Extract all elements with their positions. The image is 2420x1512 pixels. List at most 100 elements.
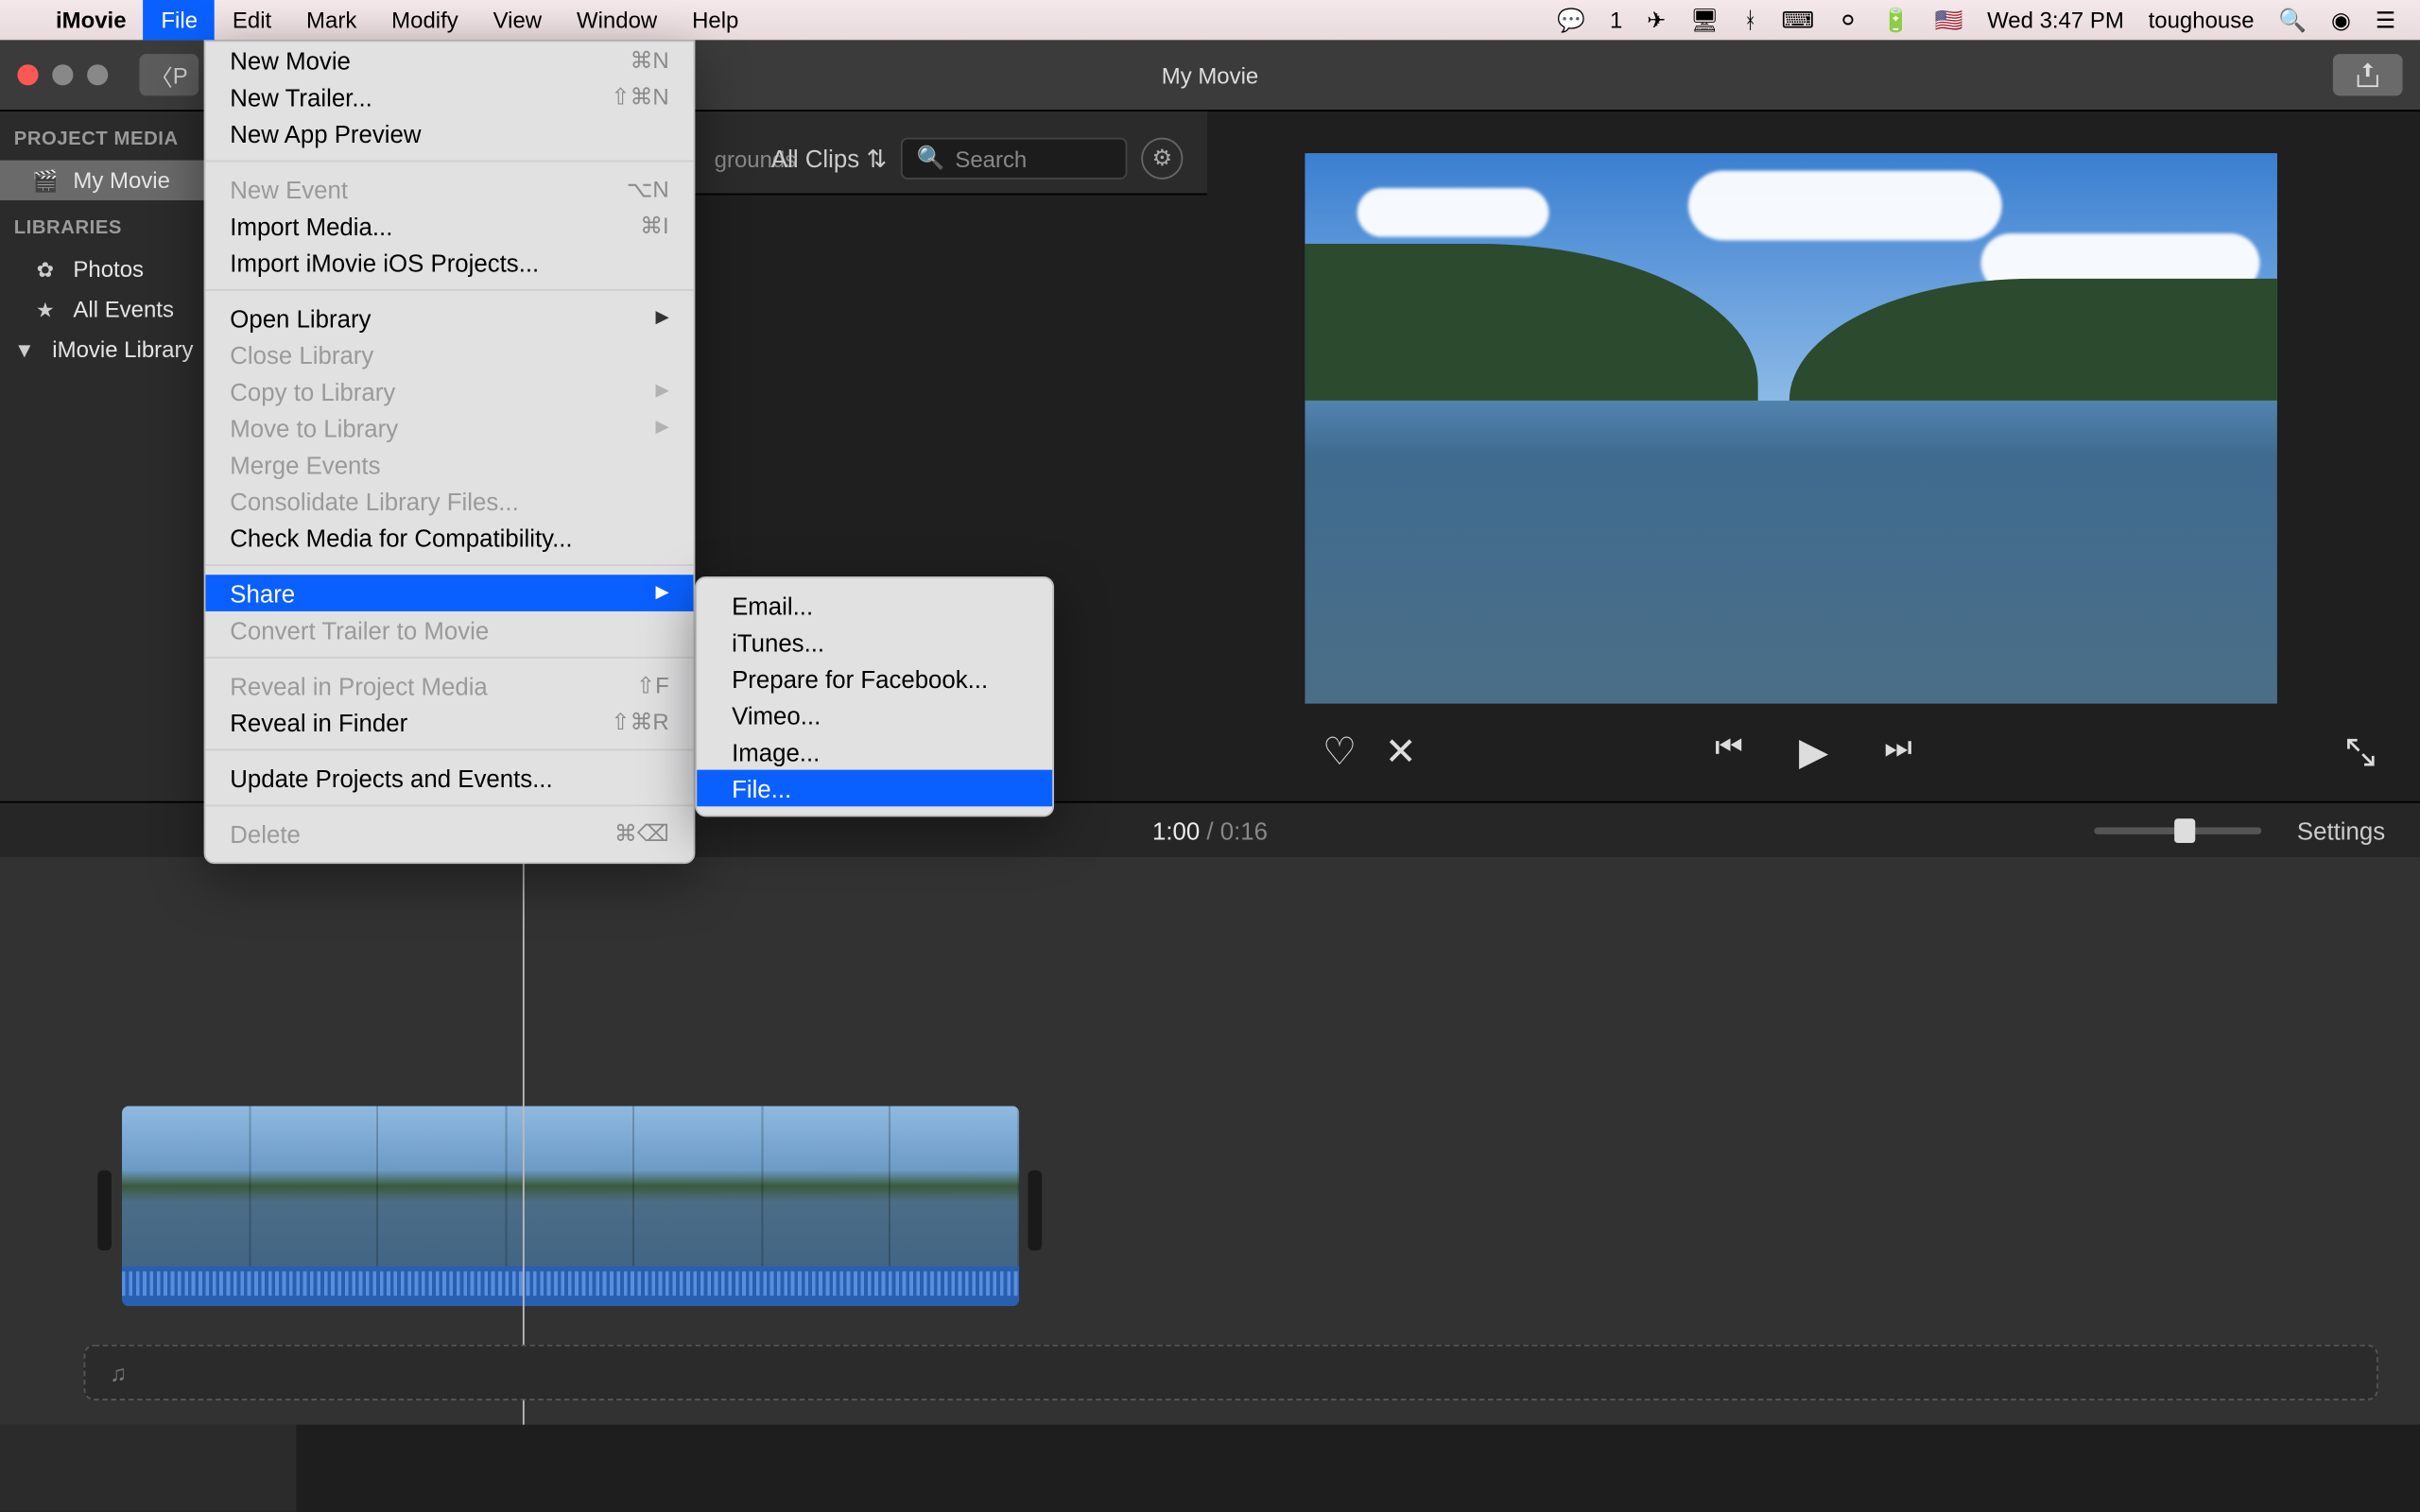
browser-settings-button[interactable]: ⚙ — [1141, 138, 1183, 180]
time-sep: / — [1206, 816, 1213, 843]
clip-trim-handle-right[interactable] — [1028, 1171, 1042, 1251]
disclosure-triangle-icon[interactable]: ▼ — [10, 337, 38, 362]
notification-center-icon[interactable]: ☰ — [2376, 6, 2395, 33]
menu-view[interactable]: View — [475, 0, 559, 40]
search-input[interactable]: 🔍 Search — [901, 138, 1128, 180]
menu-item[interactable]: Import iMovie iOS Projects... — [205, 244, 693, 281]
spotlight-icon[interactable]: 🔍 — [2278, 6, 2307, 33]
flag-icon[interactable]: 🇺🇸 — [1934, 6, 1962, 33]
clips-filter[interactable]: All Clips ⇅ — [771, 144, 887, 173]
timeline-clip[interactable] — [122, 1106, 1019, 1306]
timeline[interactable]: ♫ — [0, 857, 2420, 1425]
video-preview[interactable] — [1305, 153, 2276, 703]
submenu-item[interactable]: File... — [697, 770, 1052, 807]
shortcut: ⇧F — [636, 671, 669, 698]
menu-item-label: Share — [230, 579, 295, 607]
gear-icon: ⚙ — [1152, 145, 1172, 172]
window-close[interactable] — [17, 64, 38, 85]
submenu-item[interactable]: Vimeo... — [697, 696, 1052, 733]
menu-item-label: Copy to Library — [230, 377, 395, 404]
shortcut: ⌘N — [630, 46, 668, 74]
submenu-item[interactable]: iTunes... — [697, 624, 1052, 661]
star-icon: ★ — [31, 297, 59, 321]
menu-help[interactable]: Help — [675, 0, 756, 40]
menu-item[interactable]: New Trailer... ⇧⌘N — [205, 78, 693, 115]
menu-item-label: Import iMovie iOS Projects... — [230, 249, 539, 276]
shortcut: ⇧⌘N — [611, 83, 668, 111]
menu-item[interactable]: Share ▶ — [205, 575, 693, 611]
submenu-arrow-icon: ▶ — [656, 583, 669, 602]
menu-item-label: New App Preview — [230, 119, 421, 146]
submenu-item[interactable]: Prepare for Facebook... — [697, 661, 1052, 697]
keyboard-icon[interactable]: ⌨︎ — [1782, 6, 1815, 33]
sidebar-item-label: All Events — [73, 296, 174, 322]
share-button[interactable] — [2333, 54, 2403, 95]
menu-item[interactable]: Import Media...⌘I — [205, 207, 693, 244]
menu-item: Merge Events — [205, 446, 693, 483]
search-icon: 🔍 — [916, 145, 944, 172]
search-placeholder: Search — [955, 146, 1027, 172]
clock[interactable]: Wed 3:47 PM — [1987, 7, 2124, 33]
menu-item: Copy to Library ▶ — [205, 372, 693, 409]
menu-item[interactable]: Open Library▶ — [205, 300, 693, 336]
menu-window[interactable]: Window — [560, 0, 675, 40]
menu-item: Consolidate Library Files... — [205, 483, 693, 520]
app-name[interactable]: iMovie — [39, 7, 144, 33]
menu-mark[interactable]: Mark — [289, 0, 374, 40]
siri-icon[interactable]: ◉ — [2331, 6, 2351, 33]
menu-item[interactable]: New App Preview — [205, 115, 693, 152]
timeline-zoom-slider[interactable] — [2095, 827, 2262, 833]
mac-menubar: iMovie File Edit Mark Modify View Window… — [0, 0, 2420, 40]
bluetooth-icon[interactable]: ᚼ — [1743, 7, 1756, 33]
user-name[interactable]: toughouse — [2149, 7, 2255, 33]
wifi-icon[interactable]: ⚪︎ — [1839, 6, 1858, 33]
current-time: 1:00 — [1152, 816, 1200, 843]
background-music-well[interactable]: ♫ — [83, 1345, 2377, 1400]
menu-item-label: Convert Trailer to Movie — [230, 616, 489, 644]
menu-separator — [205, 657, 693, 659]
submenu-item[interactable]: Email... — [697, 587, 1052, 624]
timeline-settings[interactable]: Settings — [2297, 816, 2385, 843]
menu-item-label: Move to Library — [230, 414, 398, 441]
menu-separator — [205, 289, 693, 291]
menu-edit[interactable]: Edit — [215, 0, 288, 40]
submenu-arrow-icon: ▶ — [656, 418, 669, 437]
playhead[interactable] — [523, 857, 525, 1425]
back-button[interactable]: 〈 P — [139, 54, 199, 95]
share-submenu: Email...iTunes...Prepare for Facebook...… — [695, 576, 1054, 816]
clip-audio[interactable] — [122, 1266, 1019, 1306]
menu-item[interactable]: New Movie⌘N — [205, 42, 693, 78]
display-icon[interactable]: 🖥 — [1690, 6, 1719, 33]
menu-item: Delete⌘⌫ — [205, 816, 693, 852]
menu-item-label: New Trailer... — [230, 83, 372, 111]
music-note-icon: ♫ — [110, 1360, 127, 1386]
menu-file[interactable]: File — [144, 0, 215, 40]
prev-edit-button[interactable]: ⏮ — [1715, 730, 1743, 775]
window-minimize[interactable] — [52, 64, 73, 85]
wechat-icon[interactable]: 💬 — [1557, 6, 1585, 33]
play-button[interactable]: ▶ — [1799, 730, 1828, 775]
menu-item-label: Delete — [230, 819, 301, 847]
updown-icon: ⇅ — [866, 144, 887, 173]
menu-item-label: Consolidate Library Files... — [230, 487, 518, 514]
submenu-arrow-icon: ▶ — [656, 382, 669, 401]
menu-item[interactable]: Reveal in Finder⇧⌘R — [205, 704, 693, 741]
menu-item[interactable]: Check Media for Compatibility... — [205, 519, 693, 556]
total-time: 0:16 — [1220, 816, 1268, 843]
menu-item: Close Library — [205, 336, 693, 373]
window-zoom[interactable] — [87, 64, 108, 85]
next-edit-button[interactable]: ⏭ — [1884, 730, 1912, 775]
submenu-item[interactable]: Image... — [697, 733, 1052, 770]
send-icon[interactable]: ✈︎ — [1647, 6, 1666, 33]
battery-icon[interactable]: 🔋 — [1882, 6, 1910, 33]
menu-item[interactable]: Update Projects and Events... — [205, 760, 693, 797]
menu-item-label: Open Library — [230, 304, 371, 332]
menu-item-label: Close Library — [230, 340, 373, 368]
clip-trim-handle-left[interactable] — [97, 1171, 112, 1251]
slider-thumb[interactable] — [2175, 817, 2196, 842]
menu-item: Reveal in Project Media⇧F — [205, 667, 693, 704]
menu-modify[interactable]: Modify — [374, 0, 475, 40]
menu-item-label: Import Media... — [230, 212, 392, 239]
menu-separator — [205, 564, 693, 566]
menu-item: Move to Library ▶ — [205, 409, 693, 446]
